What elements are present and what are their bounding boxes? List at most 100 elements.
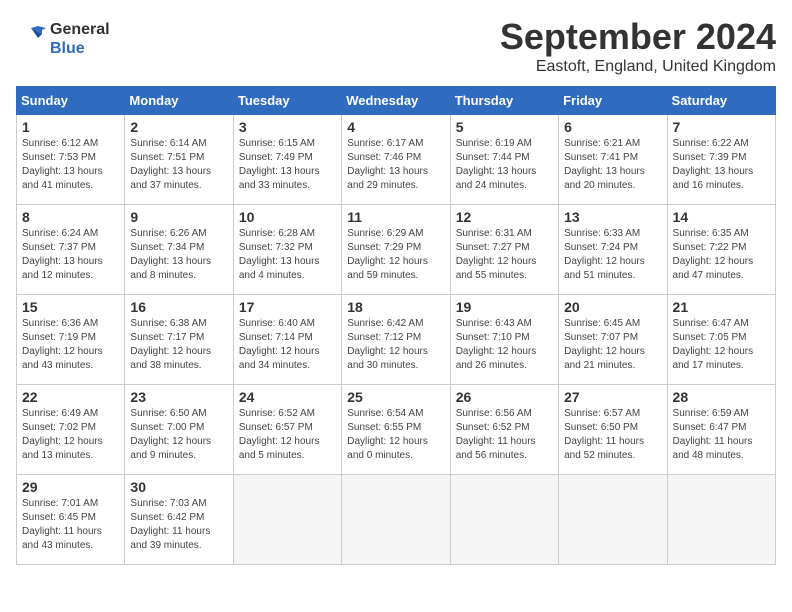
cell-info: Sunrise: 6:29 AMSunset: 7:29 PMDaylight:… (347, 228, 428, 281)
col-thursday: Thursday (450, 87, 558, 115)
calendar-cell: 10Sunrise: 6:28 AMSunset: 7:32 PMDayligh… (233, 205, 341, 295)
cell-info: Sunrise: 6:12 AMSunset: 7:53 PMDaylight:… (22, 138, 103, 191)
calendar-cell: 4Sunrise: 6:17 AMSunset: 7:46 PMDaylight… (342, 115, 450, 205)
table-row: 29 Sunrise: 7:01 AMSunset: 6:45 PMDayligh… (17, 475, 776, 565)
calendar-cell: 24 Sunrise: 6:52 AMSunset: 6:57 PMDayligh… (233, 385, 341, 475)
calendar-cell: 20 Sunrise: 6:45 AMSunset: 7:07 PMDayligh… (559, 295, 667, 385)
cell-info: Sunrise: 6:47 AMSunset: 7:05 PMDaylight:… (673, 318, 754, 371)
calendar-cell: 29 Sunrise: 7:01 AMSunset: 6:45 PMDayligh… (17, 475, 125, 565)
calendar-cell (233, 475, 341, 565)
col-monday: Monday (125, 87, 233, 115)
cell-info: Sunrise: 6:22 AMSunset: 7:39 PMDaylight:… (673, 138, 754, 191)
logo-blue: Blue (50, 39, 110, 58)
table-row: 8 Sunrise: 6:24 AMSunset: 7:37 PMDaylight… (17, 205, 776, 295)
day-number: 29 (22, 479, 119, 495)
calendar-cell: 30 Sunrise: 7:03 AMSunset: 6:42 PMDayligh… (125, 475, 233, 565)
cell-info: Sunrise: 6:52 AMSunset: 6:57 PMDaylight:… (239, 408, 320, 461)
calendar-cell: 6 Sunrise: 6:21 AMSunset: 7:41 PMDaylight… (559, 115, 667, 205)
calendar-cell: 7 Sunrise: 6:22 AMSunset: 7:39 PMDaylight… (667, 115, 775, 205)
logo-general: General (50, 20, 110, 39)
calendar-cell: 19 Sunrise: 6:43 AMSunset: 7:10 PMDayligh… (450, 295, 558, 385)
calendar-cell: 11Sunrise: 6:29 AMSunset: 7:29 PMDayligh… (342, 205, 450, 295)
calendar-cell: 26 Sunrise: 6:56 AMSunset: 6:52 PMDayligh… (450, 385, 558, 475)
calendar-cell (559, 475, 667, 565)
cell-info: Sunrise: 6:56 AMSunset: 6:52 PMDaylight:… (456, 408, 536, 461)
cell-info: Sunrise: 6:33 AMSunset: 7:24 PMDaylight:… (564, 228, 645, 281)
calendar-cell (667, 475, 775, 565)
cell-info: Sunrise: 6:49 AMSunset: 7:02 PMDaylight:… (22, 408, 103, 461)
cell-info: Sunrise: 6:42 AMSunset: 7:12 PMDaylight:… (347, 318, 428, 371)
calendar-cell: 8 Sunrise: 6:24 AMSunset: 7:37 PMDaylight… (17, 205, 125, 295)
day-number: 28 (673, 389, 770, 405)
day-number: 30 (130, 479, 227, 495)
day-number: 2 (130, 119, 227, 135)
table-row: 15 Sunrise: 6:36 AMSunset: 7:19 PMDayligh… (17, 295, 776, 385)
calendar-cell: 27 Sunrise: 6:57 AMSunset: 6:50 PMDayligh… (559, 385, 667, 475)
calendar-cell: 5Sunrise: 6:19 AMSunset: 7:44 PMDaylight… (450, 115, 558, 205)
cell-info: Sunrise: 7:03 AMSunset: 6:42 PMDaylight:… (130, 498, 210, 551)
calendar-cell: 15 Sunrise: 6:36 AMSunset: 7:19 PMDayligh… (17, 295, 125, 385)
calendar-cell: 3 Sunrise: 6:15 AMSunset: 7:49 PMDaylight… (233, 115, 341, 205)
col-friday: Friday (559, 87, 667, 115)
day-number: 4 (347, 119, 444, 135)
calendar-table: Sunday Monday Tuesday Wednesday Thursday… (16, 86, 776, 565)
calendar-cell: 1 Sunrise: 6:12 AMSunset: 7:53 PMDaylight… (17, 115, 125, 205)
calendar-cell: 9Sunrise: 6:26 AMSunset: 7:34 PMDaylight… (125, 205, 233, 295)
logo-bird-icon (16, 24, 46, 54)
cell-info: Sunrise: 6:36 AMSunset: 7:19 PMDaylight:… (22, 318, 103, 371)
col-saturday: Saturday (667, 87, 775, 115)
day-number: 1 (22, 119, 119, 135)
day-number: 9 (130, 209, 227, 225)
col-wednesday: Wednesday (342, 87, 450, 115)
header: General Blue September 2024 Eastoft, Eng… (16, 16, 776, 76)
calendar-cell: 22 Sunrise: 6:49 AMSunset: 7:02 PMDayligh… (17, 385, 125, 475)
cell-info: Sunrise: 7:01 AMSunset: 6:45 PMDaylight:… (22, 498, 102, 551)
day-number: 7 (673, 119, 770, 135)
day-number: 6 (564, 119, 661, 135)
day-number: 13 (564, 209, 661, 225)
cell-info: Sunrise: 6:43 AMSunset: 7:10 PMDaylight:… (456, 318, 537, 371)
cell-info: Sunrise: 6:31 AMSunset: 7:27 PMDaylight:… (456, 228, 537, 281)
calendar-cell: 2 Sunrise: 6:14 AMSunset: 7:51 PMDaylight… (125, 115, 233, 205)
table-row: 22 Sunrise: 6:49 AMSunset: 7:02 PMDayligh… (17, 385, 776, 475)
day-number: 27 (564, 389, 661, 405)
col-sunday: Sunday (17, 87, 125, 115)
location: Eastoft, England, United Kingdom (500, 58, 776, 76)
calendar-cell: 23Sunrise: 6:50 AMSunset: 7:00 PMDayligh… (125, 385, 233, 475)
calendar-cell (342, 475, 450, 565)
day-number: 22 (22, 389, 119, 405)
cell-info: Sunrise: 6:15 AMSunset: 7:49 PMDaylight:… (239, 138, 320, 191)
day-number: 23 (130, 389, 227, 405)
day-number: 8 (22, 209, 119, 225)
cell-info: Sunrise: 6:45 AMSunset: 7:07 PMDaylight:… (564, 318, 645, 371)
cell-info: Sunrise: 6:57 AMSunset: 6:50 PMDaylight:… (564, 408, 644, 461)
cell-info: Sunrise: 6:40 AMSunset: 7:14 PMDaylight:… (239, 318, 320, 371)
day-number: 15 (22, 299, 119, 315)
calendar-cell (450, 475, 558, 565)
calendar-cell: 17 Sunrise: 6:40 AMSunset: 7:14 PMDayligh… (233, 295, 341, 385)
day-number: 3 (239, 119, 336, 135)
day-number: 20 (564, 299, 661, 315)
cell-info: Sunrise: 6:24 AMSunset: 7:37 PMDaylight:… (22, 228, 103, 281)
day-number: 5 (456, 119, 553, 135)
day-number: 26 (456, 389, 553, 405)
calendar-cell: 16 Sunrise: 6:38 AMSunset: 7:17 PMDayligh… (125, 295, 233, 385)
day-number: 16 (130, 299, 227, 315)
cell-info: Sunrise: 6:14 AMSunset: 7:51 PMDaylight:… (130, 138, 211, 191)
cell-info: Sunrise: 6:38 AMSunset: 7:17 PMDaylight:… (130, 318, 211, 371)
day-number: 17 (239, 299, 336, 315)
day-number: 18 (347, 299, 444, 315)
cell-info: Sunrise: 6:21 AMSunset: 7:41 PMDaylight:… (564, 138, 645, 191)
calendar-cell: 12 Sunrise: 6:31 AMSunset: 7:27 PMDayligh… (450, 205, 558, 295)
day-number: 24 (239, 389, 336, 405)
calendar-cell: 14Sunrise: 6:35 AMSunset: 7:22 PMDayligh… (667, 205, 775, 295)
logo: General Blue (16, 20, 110, 58)
cell-info: Sunrise: 6:59 AMSunset: 6:47 PMDaylight:… (673, 408, 753, 461)
day-number: 21 (673, 299, 770, 315)
month-title: September 2024 (500, 16, 776, 58)
col-tuesday: Tuesday (233, 87, 341, 115)
day-number: 14 (673, 209, 770, 225)
day-number: 12 (456, 209, 553, 225)
day-number: 19 (456, 299, 553, 315)
calendar-cell: 21 Sunrise: 6:47 AMSunset: 7:05 PMDayligh… (667, 295, 775, 385)
